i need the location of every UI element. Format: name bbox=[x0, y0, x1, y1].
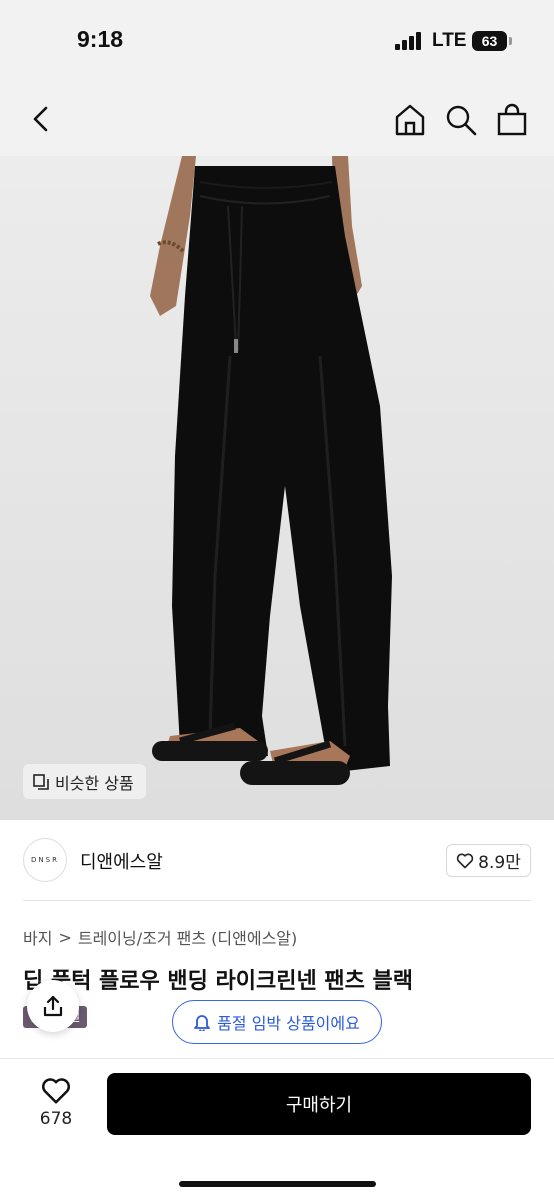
breadcrumb: 바지 > 트레이닝/조거 팬츠 (디앤에스알) bbox=[23, 925, 297, 949]
status-bar: 9:18 LTE 63 bbox=[0, 0, 554, 82]
battery-cap bbox=[509, 37, 512, 45]
breadcrumb-subcategory[interactable]: 트레이닝/조거 팬츠 (디앤에스알) bbox=[78, 925, 297, 949]
signal-icon bbox=[395, 32, 421, 50]
product-image[interactable] bbox=[0, 156, 554, 820]
similar-items-label: 비슷한 상품 bbox=[55, 773, 134, 793]
brand-like-button[interactable]: 8.9만 bbox=[446, 844, 531, 877]
status-time: 9:18 bbox=[77, 26, 124, 52]
bottom-action-bar: 678 구매하기 bbox=[0, 1058, 554, 1200]
share-icon bbox=[43, 995, 63, 1017]
shopping-bag-icon[interactable] bbox=[494, 102, 530, 138]
buy-button[interactable]: 구매하기 bbox=[107, 1073, 531, 1135]
share-button[interactable] bbox=[27, 980, 79, 1032]
heart-icon bbox=[456, 853, 474, 868]
heart-icon bbox=[42, 1078, 70, 1104]
wishlist-count: 678 bbox=[39, 1109, 73, 1129]
home-indicator bbox=[179, 1181, 376, 1187]
wishlist-button[interactable]: 678 bbox=[24, 1077, 88, 1137]
brand-row[interactable]: DNSR 디앤에스알 8.9만 bbox=[0, 832, 554, 890]
brand-name[interactable]: 디앤에스알 bbox=[80, 848, 163, 874]
nav-header bbox=[0, 82, 554, 156]
home-icon[interactable] bbox=[392, 102, 428, 138]
bell-icon bbox=[194, 1015, 211, 1031]
similar-items-button[interactable]: 비슷한 상품 bbox=[23, 764, 146, 799]
chevron-left-icon[interactable] bbox=[24, 102, 58, 136]
brand-like-count: 8.9만 bbox=[478, 853, 521, 873]
similar-items-icon bbox=[33, 773, 49, 790]
brand-logo[interactable]: DNSR bbox=[23, 838, 67, 882]
divider bbox=[23, 900, 531, 901]
chevron-right-icon: > bbox=[58, 927, 72, 947]
low-stock-text: 품절 임박 상품이에요 bbox=[217, 1014, 360, 1033]
network-type: LTE bbox=[432, 30, 467, 51]
low-stock-toast[interactable]: 품절 임박 상품이에요 bbox=[172, 1000, 382, 1044]
breadcrumb-category[interactable]: 바지 bbox=[23, 925, 52, 949]
search-icon[interactable] bbox=[443, 102, 479, 138]
product-title: 딥 풋턱 플로우 밴딩 라이크린넨 팬츠 블랙 bbox=[23, 969, 414, 994]
battery-icon: 63 bbox=[472, 31, 507, 51]
